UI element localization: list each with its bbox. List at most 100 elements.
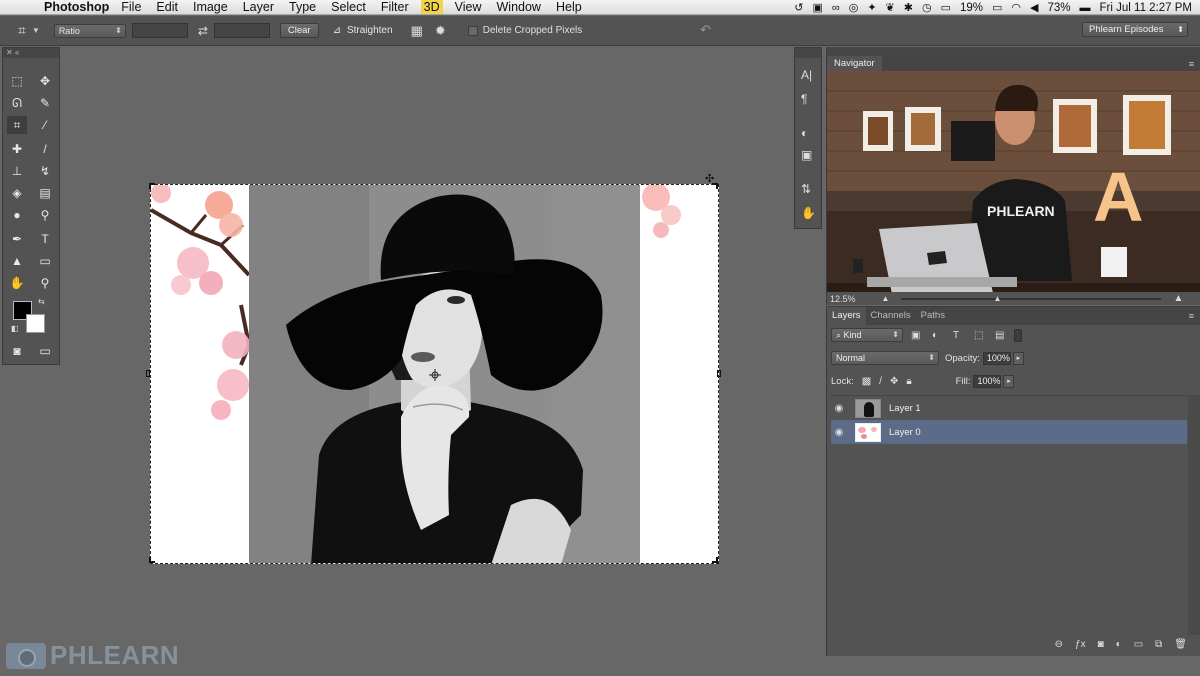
screen-mode-icon[interactable]: ▭: [35, 342, 55, 360]
lasso-tool-icon[interactable]: ᘏ: [7, 94, 27, 112]
menu-type[interactable]: Type: [289, 0, 316, 14]
wifi-icon[interactable]: ◠: [1011, 1, 1021, 14]
eye-icon[interactable]: ◉: [831, 403, 847, 414]
stamp-tool-icon[interactable]: ⊥: [7, 162, 27, 180]
zoom-in-icon[interactable]: ▲: [1173, 293, 1183, 304]
lock-all-icon[interactable]: 🔒︎: [906, 376, 911, 387]
gear-icon[interactable]: ✹: [435, 23, 446, 39]
screen-record-icon[interactable]: ▣: [812, 1, 822, 14]
blur-tool-icon[interactable]: ●: [7, 206, 27, 224]
clock-icon[interactable]: ◷: [922, 1, 932, 14]
battery-icon-right[interactable]: ▬: [1080, 2, 1091, 14]
adjustments-panel-icon[interactable]: ◐: [801, 126, 808, 140]
volume-icon[interactable]: ◀: [1030, 1, 1038, 14]
clear-button[interactable]: Clear: [279, 23, 319, 38]
link-layers-icon[interactable]: ⊖: [1055, 639, 1063, 650]
creative-cloud-icon[interactable]: ∞: [832, 2, 840, 14]
ratio-height-field[interactable]: [213, 23, 270, 38]
filter-kind-dropdown[interactable]: ⌕ Kind: [831, 328, 903, 342]
menu-filter[interactable]: Filter: [381, 0, 409, 14]
zoom-slider-thumb[interactable]: ▲: [993, 294, 1001, 303]
straighten-button[interactable]: ⊿ Straighten: [333, 25, 393, 36]
lock-transparent-icon[interactable]: ▩: [862, 376, 871, 387]
move-tool-icon[interactable]: ✥: [35, 72, 55, 90]
filter-shape-icon[interactable]: ⬚: [974, 330, 987, 341]
tool-preset-dropdown-icon[interactable]: ▼: [32, 26, 40, 35]
default-colors-icon[interactable]: ◧: [11, 324, 19, 333]
crop-handle-bottom-left[interactable]: [149, 557, 155, 563]
menu-file[interactable]: File: [121, 0, 141, 14]
new-layer-icon[interactable]: ⧉: [1155, 639, 1162, 650]
type-tool-icon[interactable]: T: [35, 230, 55, 248]
crop-tool-icon-active[interactable]: ⌗: [7, 116, 27, 134]
fill-arrow[interactable]: ▸: [1003, 375, 1015, 388]
fx-icon[interactable]: ƒx: [1075, 639, 1086, 650]
menu-3d[interactable]: 3D: [420, 0, 443, 14]
strip-header[interactable]: [795, 48, 821, 58]
brush-tool-icon[interactable]: /: [35, 140, 55, 158]
zoom-slider[interactable]: ▲: [901, 294, 1162, 303]
opacity-arrow[interactable]: ▸: [1012, 351, 1024, 365]
layer-name[interactable]: Layer 1: [889, 403, 921, 414]
evernote-icon[interactable]: ❦: [886, 1, 895, 14]
layer-row-layer-0[interactable]: ◉ Layer 0: [831, 420, 1187, 444]
layer-name[interactable]: Layer 0: [889, 427, 921, 438]
menu-app-name[interactable]: Photoshop: [44, 0, 109, 14]
overlay-grid-icon[interactable]: ▦: [411, 23, 423, 39]
shape-tool-icon[interactable]: ▭: [35, 252, 55, 270]
hand-tool-icon[interactable]: ✋: [7, 274, 27, 292]
quick-select-tool-icon[interactable]: ✎: [35, 94, 55, 112]
menu-layer[interactable]: Layer: [243, 0, 274, 14]
menu-image[interactable]: Image: [193, 0, 228, 14]
tab-paths[interactable]: Paths: [916, 307, 950, 325]
navigator-zoom-value[interactable]: 12.5%: [830, 294, 856, 304]
dodge-tool-icon[interactable]: ⚲: [35, 206, 55, 224]
layers-menu-icon[interactable]: ≡: [1189, 311, 1194, 321]
gradient-tool-icon[interactable]: ▤: [35, 184, 55, 202]
adjustment-layer-icon[interactable]: ◐: [1116, 639, 1122, 650]
bluetooth-icon[interactable]: ✱: [904, 1, 913, 14]
document-canvas[interactable]: [150, 184, 719, 564]
paragraph-panel-icon[interactable]: ¶: [801, 92, 807, 106]
crop-handle-top-left[interactable]: [149, 183, 155, 189]
menu-view[interactable]: View: [455, 0, 482, 14]
new-group-icon[interactable]: ▭: [1134, 639, 1143, 650]
character-panel-icon[interactable]: A|: [801, 68, 812, 82]
filter-smart-icon[interactable]: ▤: [995, 330, 1008, 341]
battery-icon-left[interactable]: ▭: [941, 1, 951, 14]
navigator-header[interactable]: [827, 47, 1200, 56]
ratio-dropdown[interactable]: Ratio: [53, 23, 126, 38]
dropbox-icon[interactable]: ✦: [867, 1, 876, 14]
quick-mask-icon[interactable]: ◙: [7, 342, 27, 360]
eyedropper-tool-icon[interactable]: ⁄: [35, 116, 55, 134]
eye-icon[interactable]: ◉: [831, 427, 847, 438]
filter-toggle[interactable]: [1014, 328, 1022, 342]
trash-icon[interactable]: 🗑︎: [1174, 639, 1187, 650]
checkbox-box[interactable]: [467, 25, 478, 36]
zoom-out-icon[interactable]: ▲: [882, 294, 890, 303]
layer-row-layer-1[interactable]: ◉ Layer 1: [831, 396, 1187, 420]
ratio-width-field[interactable]: [131, 23, 188, 38]
lock-position-icon[interactable]: ✥: [890, 376, 898, 387]
time-machine-icon[interactable]: ↺: [794, 1, 803, 14]
panel-menu-icon[interactable]: ≡: [1189, 59, 1194, 69]
tab-navigator[interactable]: Navigator: [827, 56, 882, 71]
fill-field[interactable]: 100%: [973, 375, 1002, 388]
airplay-icon[interactable]: ▭: [992, 1, 1002, 14]
healing-brush-tool-icon[interactable]: ✚: [7, 140, 27, 158]
marquee-tool-icon[interactable]: ⬚: [7, 72, 27, 90]
tab-channels[interactable]: Channels: [866, 307, 916, 325]
tools-panel-header[interactable]: ✕ «: [3, 48, 59, 58]
crop-handle-right[interactable]: [717, 370, 721, 377]
filter-adjustment-icon[interactable]: ◐: [932, 330, 945, 341]
zoom-tool-icon[interactable]: ⚲: [35, 274, 55, 292]
lock-brush-icon[interactable]: /: [879, 376, 882, 387]
opacity-field[interactable]: 100%: [982, 351, 1011, 365]
history-panel-icon[interactable]: ⇅: [801, 182, 811, 196]
navigator-preview[interactable]: PHLEARN A: [827, 71, 1200, 292]
workspace-dropdown[interactable]: Phlearn Episodes: [1082, 22, 1188, 37]
reset-icon[interactable]: ↶: [700, 22, 711, 38]
eraser-tool-icon[interactable]: ◈: [7, 184, 27, 202]
menu-edit[interactable]: Edit: [156, 0, 178, 14]
filter-type-icon[interactable]: T: [953, 330, 966, 341]
